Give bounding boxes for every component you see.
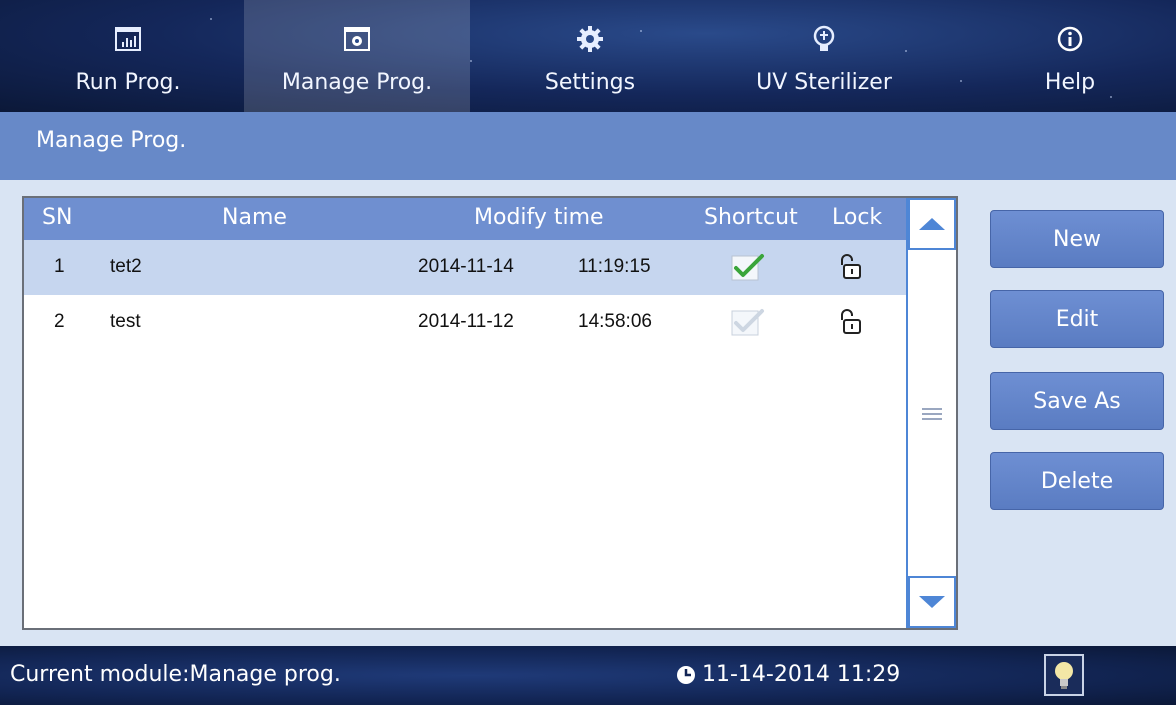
chart-window-icon bbox=[113, 24, 143, 54]
vertical-scrollbar[interactable] bbox=[906, 198, 956, 628]
save-as-button[interactable]: Save As bbox=[990, 372, 1164, 430]
column-header-lock: Lock bbox=[832, 205, 883, 230]
info-icon bbox=[1055, 24, 1085, 54]
main-content: SN Name Modify time Shortcut Lock 1 tet2… bbox=[0, 180, 1176, 646]
shortcut-checkbox-unchecked[interactable] bbox=[730, 307, 766, 337]
edit-button[interactable]: Edit bbox=[990, 290, 1164, 348]
gear-icon bbox=[575, 24, 605, 54]
status-bar: Current module:Manage prog. 11-14-2014 1… bbox=[0, 646, 1176, 705]
nav-run-prog[interactable]: Run Prog. bbox=[44, 0, 212, 112]
scroll-grip-icon[interactable] bbox=[922, 408, 942, 420]
cell-date: 2014-11-12 bbox=[418, 311, 514, 332]
star-decoration bbox=[470, 60, 472, 62]
triangle-down-icon bbox=[919, 596, 945, 608]
table-header: SN Name Modify time Shortcut Lock bbox=[24, 198, 906, 240]
shortcut-checkbox-checked[interactable] bbox=[730, 252, 766, 282]
program-list: SN Name Modify time Shortcut Lock 1 tet2… bbox=[22, 196, 958, 630]
page-title: Manage Prog. bbox=[36, 128, 187, 153]
scroll-up-button[interactable] bbox=[908, 198, 956, 250]
triangle-up-icon bbox=[919, 218, 945, 230]
delete-button[interactable]: Delete bbox=[990, 452, 1164, 510]
nav-settings[interactable]: Settings bbox=[500, 0, 680, 112]
cell-name: test bbox=[110, 311, 141, 332]
column-header-name: Name bbox=[222, 205, 287, 230]
table-row[interactable]: 1 tet2 2014-11-14 11:19:15 bbox=[24, 240, 906, 295]
lightbulb-icon bbox=[809, 24, 839, 54]
lightbulb-icon bbox=[1055, 662, 1073, 689]
nav-label: Run Prog. bbox=[75, 70, 181, 95]
nav-label: Help bbox=[1044, 70, 1096, 95]
scroll-down-button[interactable] bbox=[908, 576, 956, 628]
nav-help[interactable]: Help bbox=[1010, 0, 1130, 112]
nav-manage-prog[interactable]: Manage Prog. bbox=[244, 0, 470, 112]
column-header-sn: SN bbox=[42, 205, 73, 230]
top-navigation: Run Prog. Manage Prog. Settings UV Steri… bbox=[0, 0, 1176, 112]
star-decoration bbox=[960, 80, 962, 82]
page-header: Manage Prog. bbox=[0, 112, 1176, 180]
unlock-icon[interactable] bbox=[836, 307, 866, 337]
clock-icon bbox=[677, 665, 695, 684]
column-header-modify-time: Modify time bbox=[474, 205, 604, 230]
lightbulb-button[interactable] bbox=[1044, 654, 1084, 696]
datetime-text: 11-14-2014 11:29 bbox=[702, 662, 901, 687]
cell-name: tet2 bbox=[110, 256, 142, 277]
unlock-icon[interactable] bbox=[836, 252, 866, 282]
nav-uv-sterilizer[interactable]: UV Sterilizer bbox=[730, 0, 918, 112]
nav-label: UV Sterilizer bbox=[756, 70, 892, 95]
table-row[interactable]: 2 test 2014-11-12 14:58:06 bbox=[24, 295, 906, 350]
cell-sn: 2 bbox=[54, 311, 65, 332]
datetime-display: 11-14-2014 11:29 bbox=[676, 662, 900, 687]
cell-date: 2014-11-14 bbox=[418, 256, 514, 277]
nav-label: Manage Prog. bbox=[281, 70, 433, 95]
cell-sn: 1 bbox=[54, 256, 65, 277]
gear-window-icon bbox=[342, 24, 372, 54]
cell-time: 11:19:15 bbox=[578, 256, 651, 277]
cell-time: 14:58:06 bbox=[578, 311, 652, 332]
nav-label: Settings bbox=[544, 70, 636, 95]
new-button[interactable]: New bbox=[990, 210, 1164, 268]
column-header-shortcut: Shortcut bbox=[704, 205, 798, 230]
current-module-text: Current module:Manage prog. bbox=[10, 662, 341, 687]
